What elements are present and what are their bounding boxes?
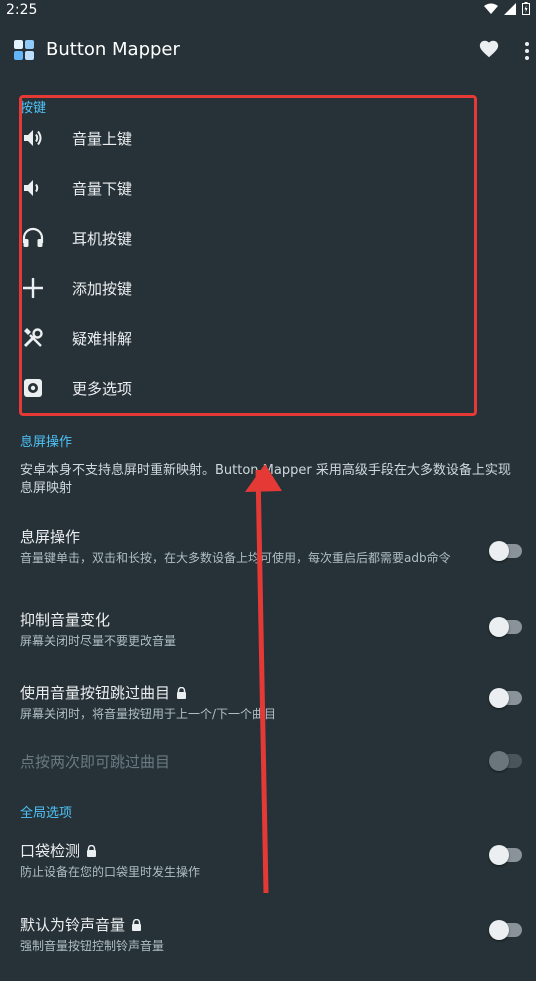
annotation-arrow — [245, 464, 282, 894]
